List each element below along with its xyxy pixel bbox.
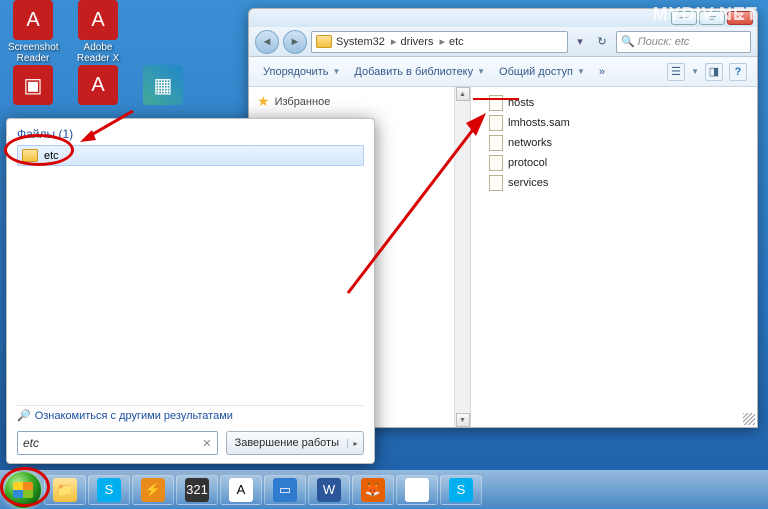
help-button[interactable]: ? (729, 63, 747, 81)
desktop-icon-label: Adobe Reader X (73, 42, 123, 64)
taskbar-app-mpc[interactable]: 321 (176, 475, 218, 505)
see-more-results-link[interactable]: 🔎 Ознакомиться с другими результатами (17, 405, 364, 425)
organize-button[interactable]: Упорядочить▼ (259, 64, 344, 80)
taskbar-app-chrome[interactable]: ◉ (396, 475, 438, 505)
breadcrumb-segment[interactable]: drivers (400, 35, 445, 48)
folder-icon (22, 149, 38, 162)
file-item-networks[interactable]: networks (489, 133, 743, 153)
breadcrumb[interactable]: System32 drivers etc (311, 31, 568, 53)
resize-handle[interactable] (743, 413, 755, 425)
scrollbar[interactable]: ▲ ▼ (455, 87, 471, 427)
start-search-input[interactable]: ✕ (17, 431, 218, 455)
clear-search-button[interactable]: ✕ (202, 437, 211, 450)
toolbar-more-button[interactable]: » (595, 64, 609, 80)
file-icon (489, 155, 503, 171)
file-icon (489, 115, 503, 131)
file-icon (489, 135, 503, 151)
app-icon: ▣ (13, 65, 53, 105)
search-result-item[interactable]: etc (17, 145, 364, 166)
search-input[interactable] (23, 436, 202, 450)
desktop-icon-screenshot-reader[interactable]: A Screenshot Reader (8, 0, 58, 64)
forward-button[interactable]: ► (283, 30, 307, 54)
add-to-library-button[interactable]: Добавить в библиотеку▼ (350, 64, 489, 80)
app-icon: A (13, 0, 53, 40)
start-menu-search-panel: Файлы (1) etc 🔎 Ознакомиться с другими р… (6, 118, 375, 464)
search-placeholder: Поиск: etc (638, 36, 690, 48)
taskbar-app-winamp[interactable]: ⚡ (132, 475, 174, 505)
share-button[interactable]: Общий доступ▼ (495, 64, 589, 80)
breadcrumb-segment[interactable]: System32 (336, 35, 396, 48)
search-result-label: etc (44, 150, 59, 162)
file-item-protocol[interactable]: protocol (489, 153, 743, 173)
app-icon: ▦ (143, 65, 183, 105)
breadcrumb-dropdown[interactable]: ▾ (572, 35, 588, 48)
search-box[interactable]: 🔍 Поиск: etc (616, 31, 751, 53)
refresh-button[interactable]: ↻ (592, 32, 612, 52)
taskbar-app-explorer[interactable]: 📁 (44, 475, 86, 505)
favorites-label: Избранное (275, 96, 331, 108)
preview-pane-button[interactable]: ◨ (705, 63, 723, 81)
desktop-icon[interactable]: ▦ (138, 65, 188, 107)
app-icon: A (78, 65, 118, 105)
back-button[interactable]: ◄ (255, 30, 279, 54)
scroll-up-button[interactable]: ▲ (456, 87, 470, 101)
desktop-icon[interactable]: ▣ (8, 65, 58, 107)
folder-icon (316, 35, 332, 48)
taskbar-app-skype2[interactable]: S (440, 475, 482, 505)
toolbar: Упорядочить▼ Добавить в библиотеку▼ Общи… (249, 57, 757, 87)
search-icon: 🔍 (621, 35, 635, 48)
app-icon: A (78, 0, 118, 40)
file-item-services[interactable]: services (489, 173, 743, 193)
watermark: MYDIV.NET (653, 4, 758, 25)
address-bar: ◄ ► System32 drivers etc ▾ ↻ 🔍 Поиск: et… (249, 27, 757, 57)
scroll-down-button[interactable]: ▼ (456, 413, 470, 427)
file-item-lmhosts[interactable]: lmhosts.sam (489, 113, 743, 133)
favorites-header[interactable]: ★ Избранное (257, 93, 446, 110)
file-item-hosts[interactable]: hosts (489, 93, 743, 113)
shutdown-options-dropdown[interactable]: ▸ (347, 439, 363, 448)
desktop-icon-label: Screenshot Reader (8, 42, 58, 64)
shutdown-button[interactable]: Завершение работы ▸ (226, 431, 364, 455)
star-icon: ★ (257, 93, 270, 110)
taskbar-app-notepad[interactable]: ▭ (264, 475, 306, 505)
desktop-icon-adobe-reader[interactable]: A Adobe Reader X (73, 0, 123, 64)
view-mode-button[interactable]: ☰ (667, 63, 685, 81)
file-icon (489, 175, 503, 191)
taskbar-app-word[interactable]: W (308, 475, 350, 505)
taskbar-app[interactable]: A (220, 475, 262, 505)
file-icon (489, 95, 503, 111)
taskbar: 📁 S ⚡ 321 A ▭ W 🦊 ◉ S (0, 470, 768, 508)
taskbar-app-firefox[interactable]: 🦊 (352, 475, 394, 505)
breadcrumb-segment[interactable]: etc (449, 36, 470, 48)
taskbar-app-skype[interactable]: S (88, 475, 130, 505)
desktop-icon[interactable]: A (73, 65, 123, 107)
file-pane[interactable]: ▲ ▼ hosts lmhosts.sam networks protocol … (455, 87, 757, 427)
search-category-header: Файлы (1) (17, 127, 364, 141)
start-button[interactable] (4, 471, 42, 509)
